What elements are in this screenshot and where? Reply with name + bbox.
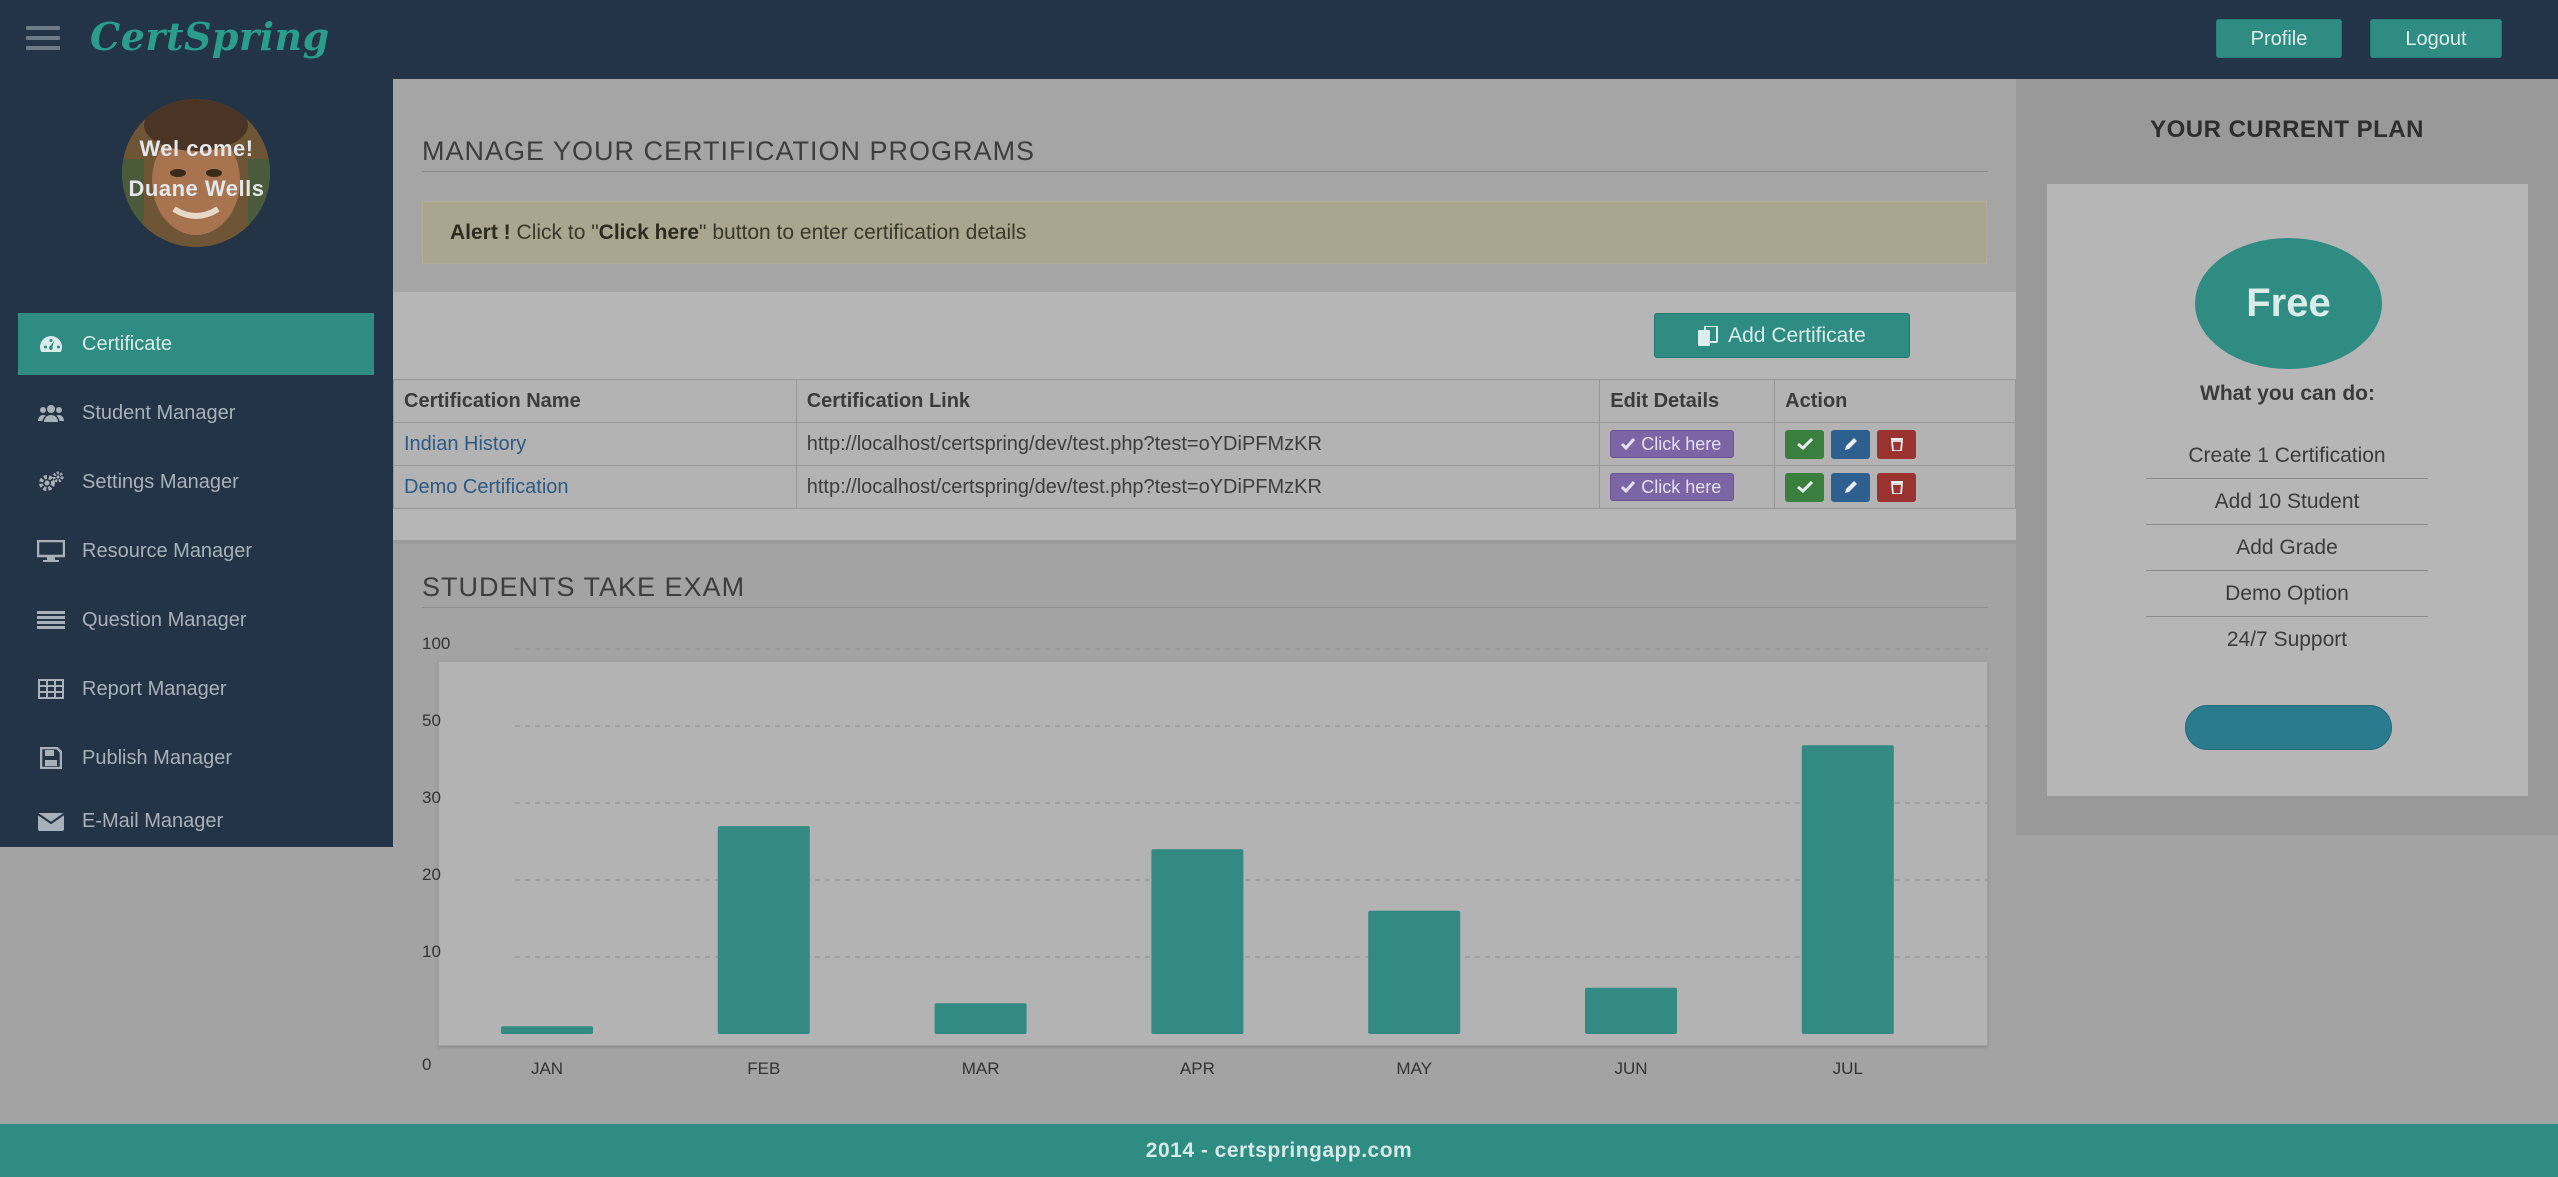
y-tick-label: 50 [422,711,441,730]
x-tick-label: JUL [1833,1059,1863,1078]
exam-bar-chart: 0 10 20 30 50 100 JAN FEB MAR APR MAY JUN JUL [422,634,1988,1078]
upgrade-plan-button[interactable] [2185,705,2392,750]
bar-apr[interactable] [1151,849,1244,1034]
y-tick-label: 100 [422,634,450,653]
x-tick-label: JUN [1614,1059,1647,1078]
y-tick-label: 30 [422,788,441,807]
plan-feature: Demo Option [2146,571,2428,617]
x-tick-label: JAN [531,1059,563,1078]
plan-features: Create 1 Certification Add 10 Student Ad… [2146,433,2428,663]
bar-may[interactable] [1368,910,1461,1034]
plan-feature: Add Grade [2146,525,2428,571]
bar-jul[interactable] [1801,745,1894,1034]
x-tick-label: APR [1180,1059,1215,1078]
logout-button[interactable]: Logout [2370,19,2502,58]
plan-name-badge: Free [2195,238,2382,369]
footer: 2014 - certspringapp.com [0,1124,2558,1177]
profile-button[interactable]: Profile [2216,19,2342,58]
x-tick-label: MAY [1396,1059,1432,1078]
y-tick-label: 0 [422,1055,431,1074]
bar-jun[interactable] [1585,987,1677,1034]
bar-jan[interactable] [501,1026,593,1034]
x-tick-label: MAR [962,1059,1000,1078]
plan-feature: Create 1 Certification [2146,433,2428,479]
x-tick-label: FEB [747,1059,780,1078]
bar-mar[interactable] [934,1003,1027,1034]
plan-title: YOUR CURRENT PLAN [2150,116,2424,143]
plan-subtitle: What you can do: [2200,382,2375,405]
bar-feb[interactable] [717,826,810,1034]
y-tick-label: 10 [422,942,441,961]
plan-feature: 24/7 Support [2226,628,2348,651]
y-tick-label: 20 [422,865,441,884]
plan-feature: Add 10 Student [2146,479,2428,525]
